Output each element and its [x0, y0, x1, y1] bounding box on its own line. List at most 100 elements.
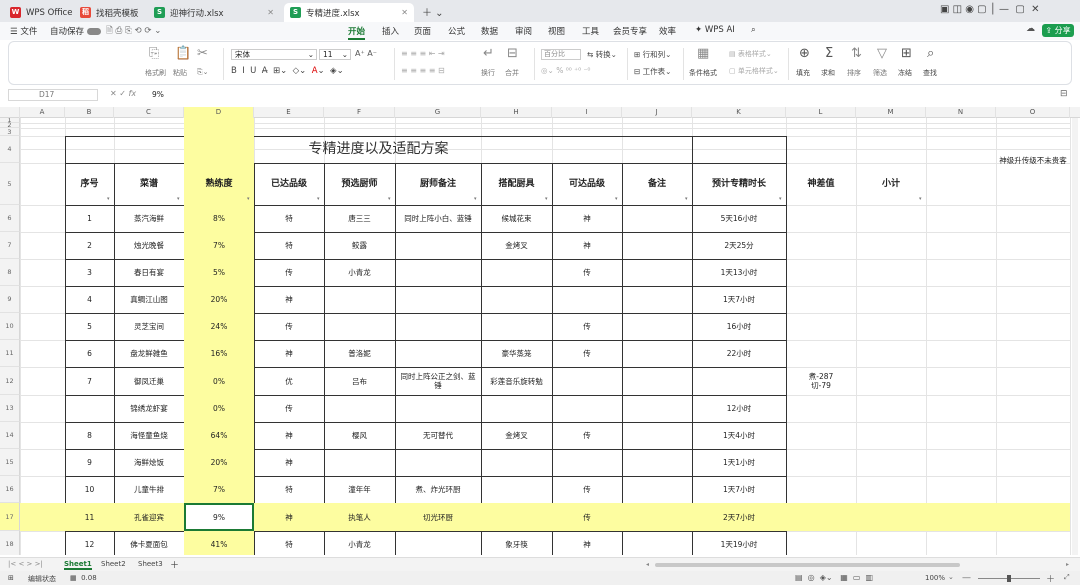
table-cell[interactable]: [786, 286, 856, 313]
column-header-o[interactable]: O: [996, 107, 1070, 118]
column-header-l[interactable]: L: [786, 107, 856, 118]
sheet-tab-3[interactable]: Sheet3: [138, 560, 163, 568]
column-header-e[interactable]: E: [254, 107, 324, 118]
row-header-13[interactable]: 13: [0, 395, 20, 422]
table-cell[interactable]: [395, 313, 481, 340]
table-cell[interactable]: [324, 395, 395, 422]
table-cell[interactable]: 同时上阵公正之剑、蓝锤: [395, 367, 481, 395]
table-cell[interactable]: [481, 395, 552, 422]
table-cell[interactable]: 1天1小时: [692, 449, 786, 476]
number-format-icons[interactable]: ◎⌄ % ⁰⁰ ⁺⁰ ⁻⁰: [541, 66, 590, 75]
table-cell[interactable]: 神: [552, 205, 622, 232]
table-cell[interactable]: [481, 313, 552, 340]
menu-home[interactable]: 开始: [348, 25, 366, 40]
table-cell[interactable]: 优: [254, 367, 324, 395]
filter-dropdown-icon[interactable]: ▾: [247, 197, 252, 202]
font-style-icons[interactable]: B I U A̶ ⊞⌄ ◇⌄ A⌄ ◈⌄: [231, 66, 344, 76]
table-cell[interactable]: [395, 232, 481, 259]
table-cell[interactable]: 唐三三: [324, 205, 395, 232]
table-cell[interactable]: [395, 395, 481, 422]
table-cell[interactable]: [786, 476, 856, 503]
table-cell[interactable]: 吕布: [324, 367, 395, 395]
table-cell[interactable]: [395, 286, 481, 313]
filter-dropdown-icon[interactable]: ▾: [177, 197, 182, 202]
table-cell[interactable]: 特: [254, 232, 324, 259]
table-cell[interactable]: [395, 531, 481, 555]
fill-icon[interactable]: ⊕: [799, 46, 810, 61]
expand-icon[interactable]: ⊟: [1060, 89, 1068, 99]
worksheet-button[interactable]: ⊟ 工作表⌄: [634, 66, 671, 77]
table-cell[interactable]: 煮-287 切-79: [786, 367, 856, 395]
table-cell[interactable]: 16小时: [692, 313, 786, 340]
table-cell[interactable]: [481, 286, 552, 313]
table-cell[interactable]: 5: [65, 313, 114, 340]
number-format-select[interactable]: 百分比: [541, 49, 581, 60]
table-cell[interactable]: 20%: [184, 286, 254, 313]
cut-icon[interactable]: ✂: [197, 46, 208, 61]
table-cell[interactable]: 0%: [184, 395, 254, 422]
table-cell[interactable]: 3: [65, 259, 114, 286]
table-cell[interactable]: 佛卡夏面包: [114, 531, 184, 555]
add-sheet-icon[interactable]: ＋: [170, 558, 179, 571]
table-cell[interactable]: 1天4小时: [692, 422, 786, 449]
wrap-text-icon[interactable]: ↵: [483, 46, 494, 61]
row-header-6[interactable]: 6: [0, 205, 20, 232]
table-cell[interactable]: 7%: [184, 232, 254, 259]
table-cell[interactable]: 海鲜烩饭: [114, 449, 184, 476]
table-cell[interactable]: 41%: [184, 531, 254, 555]
column-header-j[interactable]: J: [622, 107, 692, 118]
table-cell[interactable]: 5天16小时: [692, 205, 786, 232]
table-cell[interactable]: [552, 449, 622, 476]
tab-file-2[interactable]: S 专精进度.xlsx ✕: [284, 3, 414, 22]
table-cell[interactable]: 64%: [184, 422, 254, 449]
table-cell[interactable]: 24%: [184, 313, 254, 340]
table-cell[interactable]: 7%: [184, 476, 254, 503]
row-header-10[interactable]: 10: [0, 313, 20, 340]
row-header-9[interactable]: 9: [0, 286, 20, 313]
table-cell[interactable]: [395, 449, 481, 476]
cloud-icon[interactable]: ☁: [1026, 24, 1035, 34]
table-cell[interactable]: 22小时: [692, 340, 786, 367]
filter-dropdown-icon[interactable]: ▾: [615, 197, 620, 202]
table-cell[interactable]: 10: [65, 476, 114, 503]
table-cell[interactable]: 传: [552, 340, 622, 367]
filter-icon[interactable]: ▽: [877, 46, 887, 61]
search-icon[interactable]: ⌕: [751, 25, 756, 35]
table-cell[interactable]: [622, 286, 692, 313]
column-header-k[interactable]: K: [692, 107, 786, 118]
paste-icon[interactable]: 📋: [175, 46, 191, 61]
horizontal-scrollbar[interactable]: [655, 563, 960, 567]
window-controls[interactable]: ▣ ◫ ◉ ▢ │ — ▢ ✕: [940, 4, 1040, 15]
format-painter-icon[interactable]: ⎘: [149, 46, 159, 61]
row-header-7[interactable]: 7: [0, 232, 20, 259]
column-header-b[interactable]: B: [65, 107, 114, 118]
table-cell[interactable]: 神: [254, 286, 324, 313]
menu-formula[interactable]: 公式: [448, 25, 465, 37]
zoom-minus-icon[interactable]: —: [962, 573, 971, 583]
table-cell[interactable]: [692, 367, 786, 395]
table-cell[interactable]: 烛光晚餐: [114, 232, 184, 259]
table-cell[interactable]: 12小时: [692, 395, 786, 422]
table-cell[interactable]: 0%: [184, 367, 254, 395]
table-cell[interactable]: 特: [254, 205, 324, 232]
row-header-18[interactable]: 18: [0, 531, 20, 555]
select-all-corner[interactable]: [0, 107, 20, 118]
filter-dropdown-icon[interactable]: ▾: [545, 197, 550, 202]
filter-dropdown-icon[interactable]: ▾: [919, 197, 924, 202]
table-cell[interactable]: 传: [552, 476, 622, 503]
row-header-14[interactable]: 14: [0, 422, 20, 449]
column-header-f[interactable]: F: [324, 107, 395, 118]
table-cell[interactable]: [786, 205, 856, 232]
table-cell[interactable]: 灵芝宝间: [114, 313, 184, 340]
table-cell[interactable]: 小青龙: [324, 531, 395, 555]
copy-icon[interactable]: ⎘⌄: [197, 68, 208, 77]
table-cell[interactable]: [324, 313, 395, 340]
table-cell[interactable]: [622, 205, 692, 232]
table-cell[interactable]: [786, 313, 856, 340]
table-cell[interactable]: [786, 259, 856, 286]
conditional-format-icon[interactable]: ▦: [697, 46, 709, 61]
zoom-level[interactable]: 100%: [925, 574, 945, 582]
row-header-8[interactable]: 8: [0, 259, 20, 286]
menu-review[interactable]: 审阅: [515, 25, 532, 37]
table-cell[interactable]: 神: [552, 232, 622, 259]
